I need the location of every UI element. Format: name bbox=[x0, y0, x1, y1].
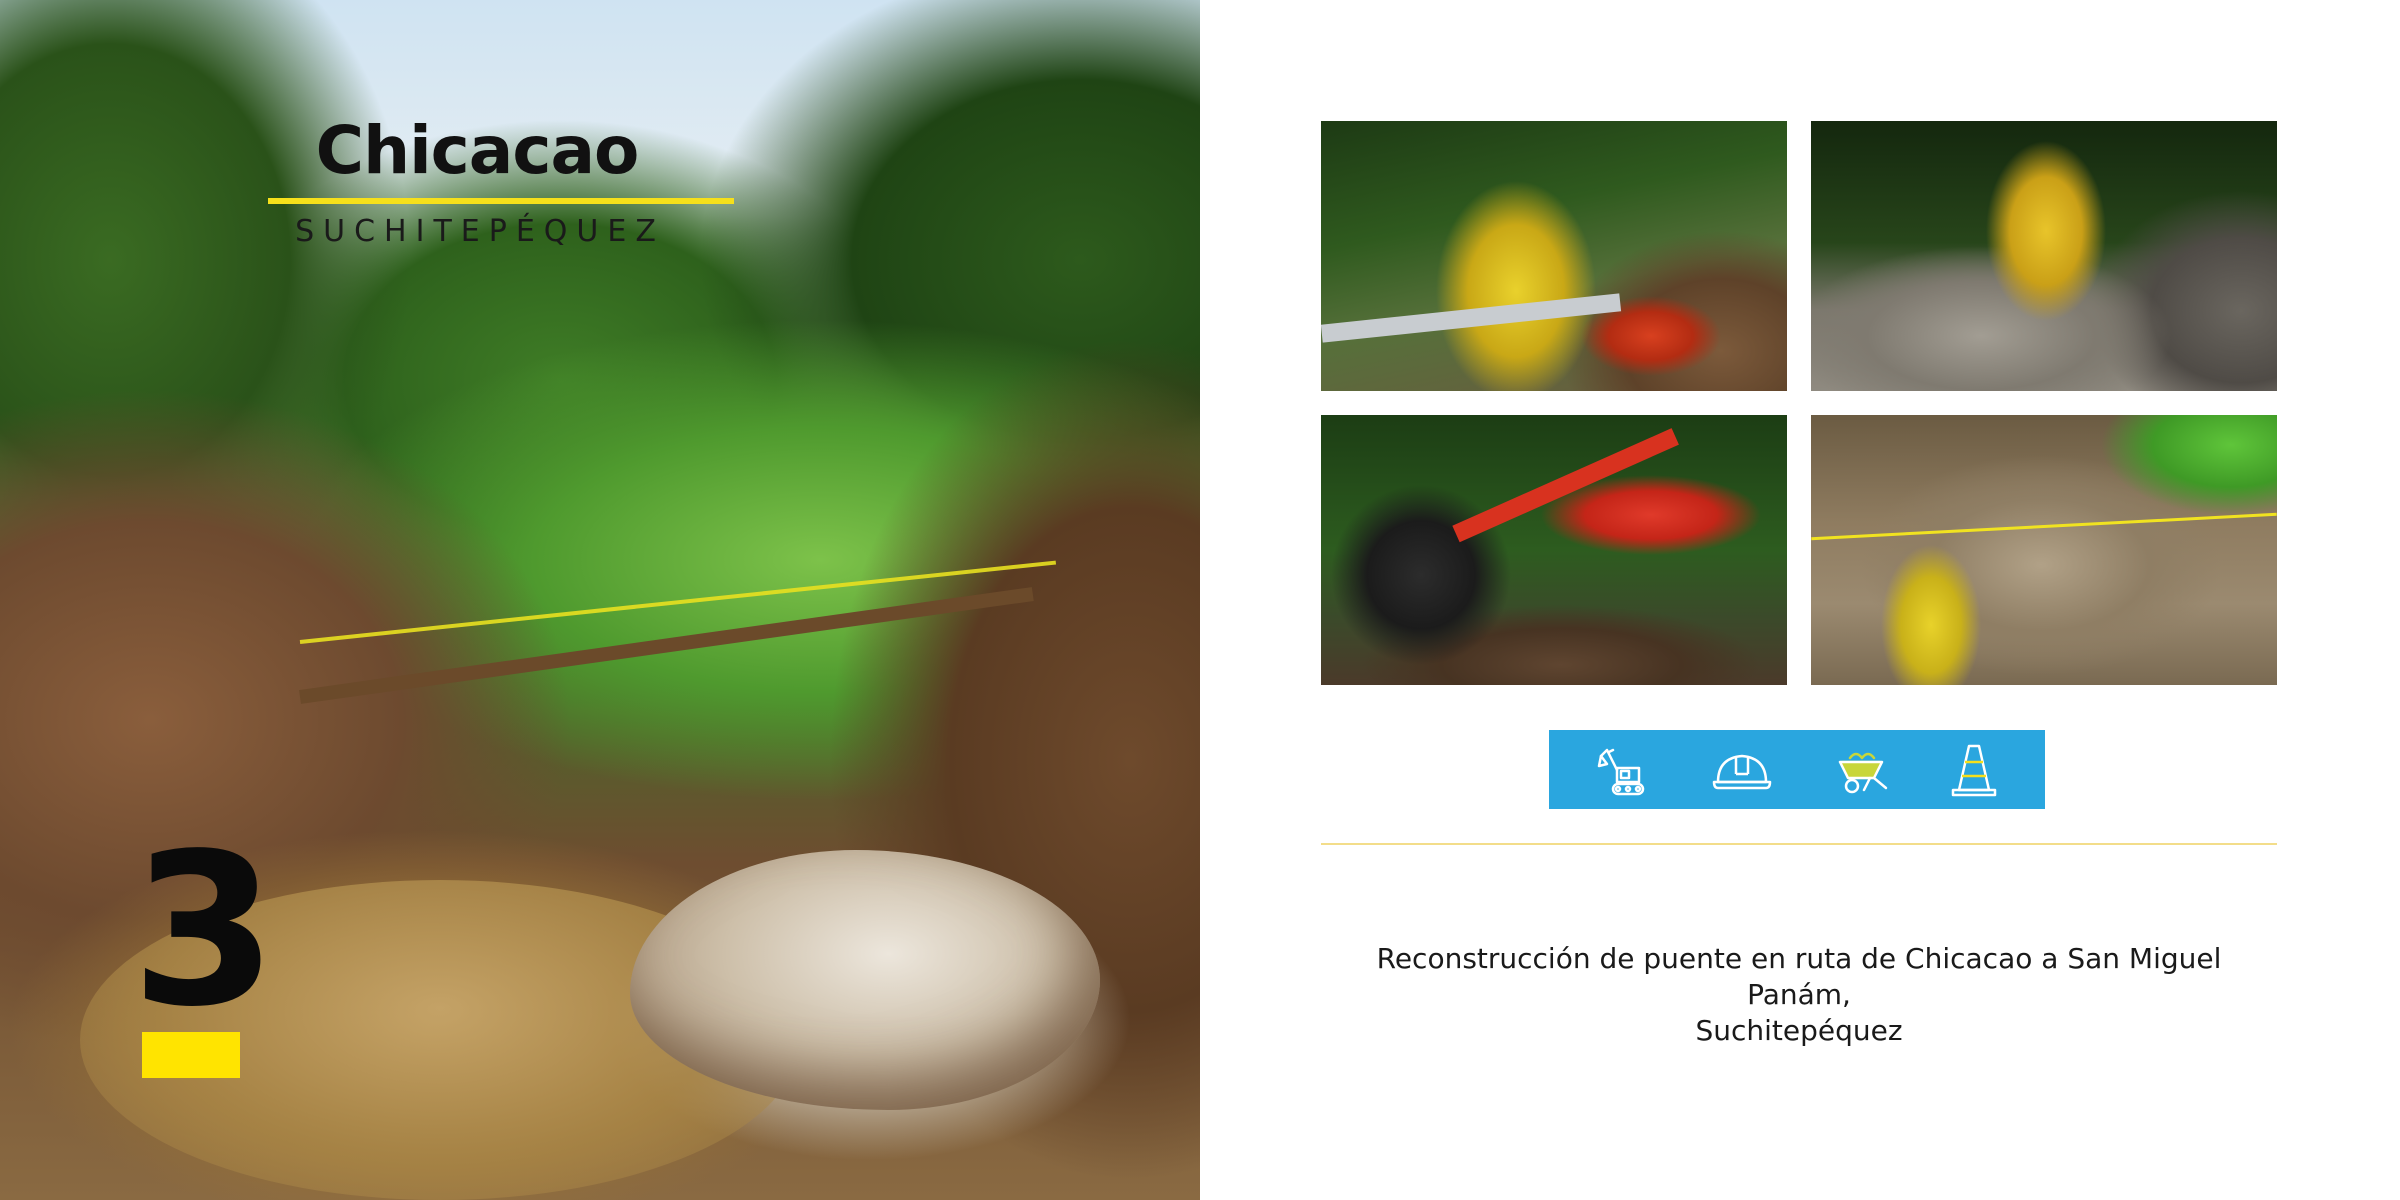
photo-worker-shoveling bbox=[1811, 121, 2277, 391]
caption-line-2: Suchitepéquez bbox=[1695, 1014, 1903, 1047]
excavator-icon bbox=[1595, 740, 1655, 800]
pipes bbox=[1321, 293, 1622, 343]
photo-backhoe bbox=[1321, 415, 1787, 685]
location-title: Chicacao bbox=[315, 112, 640, 189]
section-divider bbox=[1321, 843, 2277, 845]
hard-hat-icon bbox=[1710, 740, 1774, 800]
title-underline bbox=[268, 198, 734, 204]
page-number: 3 bbox=[131, 808, 278, 1053]
backhoe-arm bbox=[1452, 428, 1679, 543]
caption-line-1: Reconstrucción de puente en ruta de Chic… bbox=[1376, 942, 2222, 1011]
wheelbarrow-icon bbox=[1830, 740, 1894, 800]
photo-bridge-foundation bbox=[1811, 415, 2277, 685]
boulder bbox=[630, 850, 1100, 1110]
location-subtitle: SUCHITEPÉQUEZ bbox=[295, 214, 665, 249]
caution-tape bbox=[1811, 512, 2277, 541]
project-caption: Reconstrucción de puente en ruta de Chic… bbox=[1321, 941, 2277, 1049]
traffic-cone-icon bbox=[1949, 740, 1999, 800]
number-accent-bar bbox=[142, 1032, 240, 1078]
icon-band bbox=[1549, 730, 2045, 809]
photo-worker-pipes bbox=[1321, 121, 1787, 391]
